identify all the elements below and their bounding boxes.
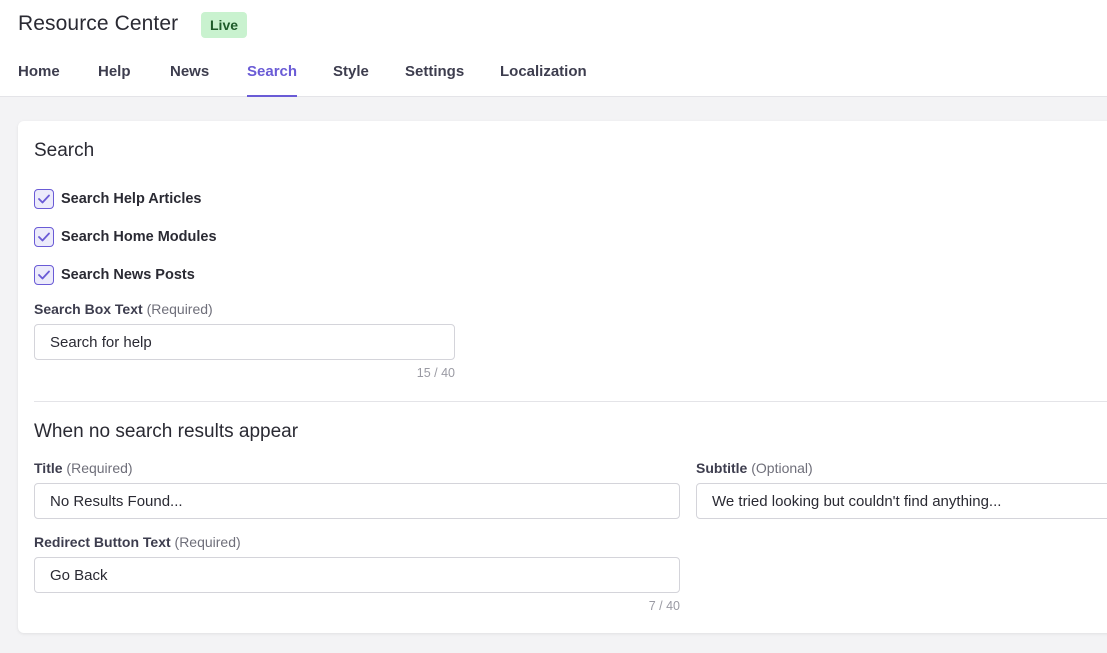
checkbox-row-help-articles: Search Help Articles [34,189,202,209]
section-divider [34,401,1107,402]
tab-localization[interactable]: Localization [500,62,587,97]
required-hint: (Required) [174,534,241,550]
search-home-modules-checkbox[interactable] [34,227,54,247]
search-box-text-label-text: Search Box Text [34,301,143,317]
page-title: Resource Center [18,12,179,35]
checkbox-row-news-posts: Search News Posts [34,265,195,285]
search-news-posts-label: Search News Posts [61,267,195,283]
search-section-title: Search [34,140,95,161]
redirect-button-text-input[interactable] [34,557,680,593]
tab-help[interactable]: Help [98,62,131,97]
redirect-button-char-counter: 7 / 40 [648,599,680,613]
tab-home[interactable]: Home [18,62,60,97]
subtitle-field-label: Subtitle (Optional) [696,460,813,476]
search-settings-card: Search Search Help Articles Search Home … [18,121,1107,633]
checkmark-icon [38,194,50,204]
search-box-char-counter: 15 / 40 [416,366,455,380]
checkmark-icon [38,270,50,280]
no-results-title-input[interactable] [34,483,680,519]
checkbox-row-home-modules: Search Home Modules [34,227,217,247]
search-box-text-label: Search Box Text (Required) [34,301,213,317]
checkmark-icon [38,232,50,242]
status-badge: Live [201,12,248,38]
title-field-label: Title (Required) [34,460,133,476]
tab-settings[interactable]: Settings [405,62,464,97]
subtitle-field-label-text: Subtitle [696,460,748,476]
search-help-articles-label: Search Help Articles [61,191,202,207]
title-field-label-text: Title [34,460,63,476]
search-help-articles-checkbox[interactable] [34,189,54,209]
tab-news[interactable]: News [170,62,209,97]
tab-search[interactable]: Search [247,62,298,97]
redirect-button-text-label: Redirect Button Text (Required) [34,534,241,550]
no-results-subtitle-input[interactable] [696,483,1107,519]
top-bar: Resource Center Live Home Help News Sear… [0,0,1107,97]
search-home-modules-label: Search Home Modules [61,229,217,245]
search-news-posts-checkbox[interactable] [34,265,54,285]
redirect-button-text-label-text: Redirect Button Text [34,534,171,550]
tab-style[interactable]: Style [333,62,369,97]
optional-hint: (Optional) [751,460,813,476]
required-hint: (Required) [66,460,133,476]
no-results-section-title: When no search results appear [34,421,299,442]
search-box-text-input[interactable] [34,324,455,360]
required-hint: (Required) [146,301,213,317]
